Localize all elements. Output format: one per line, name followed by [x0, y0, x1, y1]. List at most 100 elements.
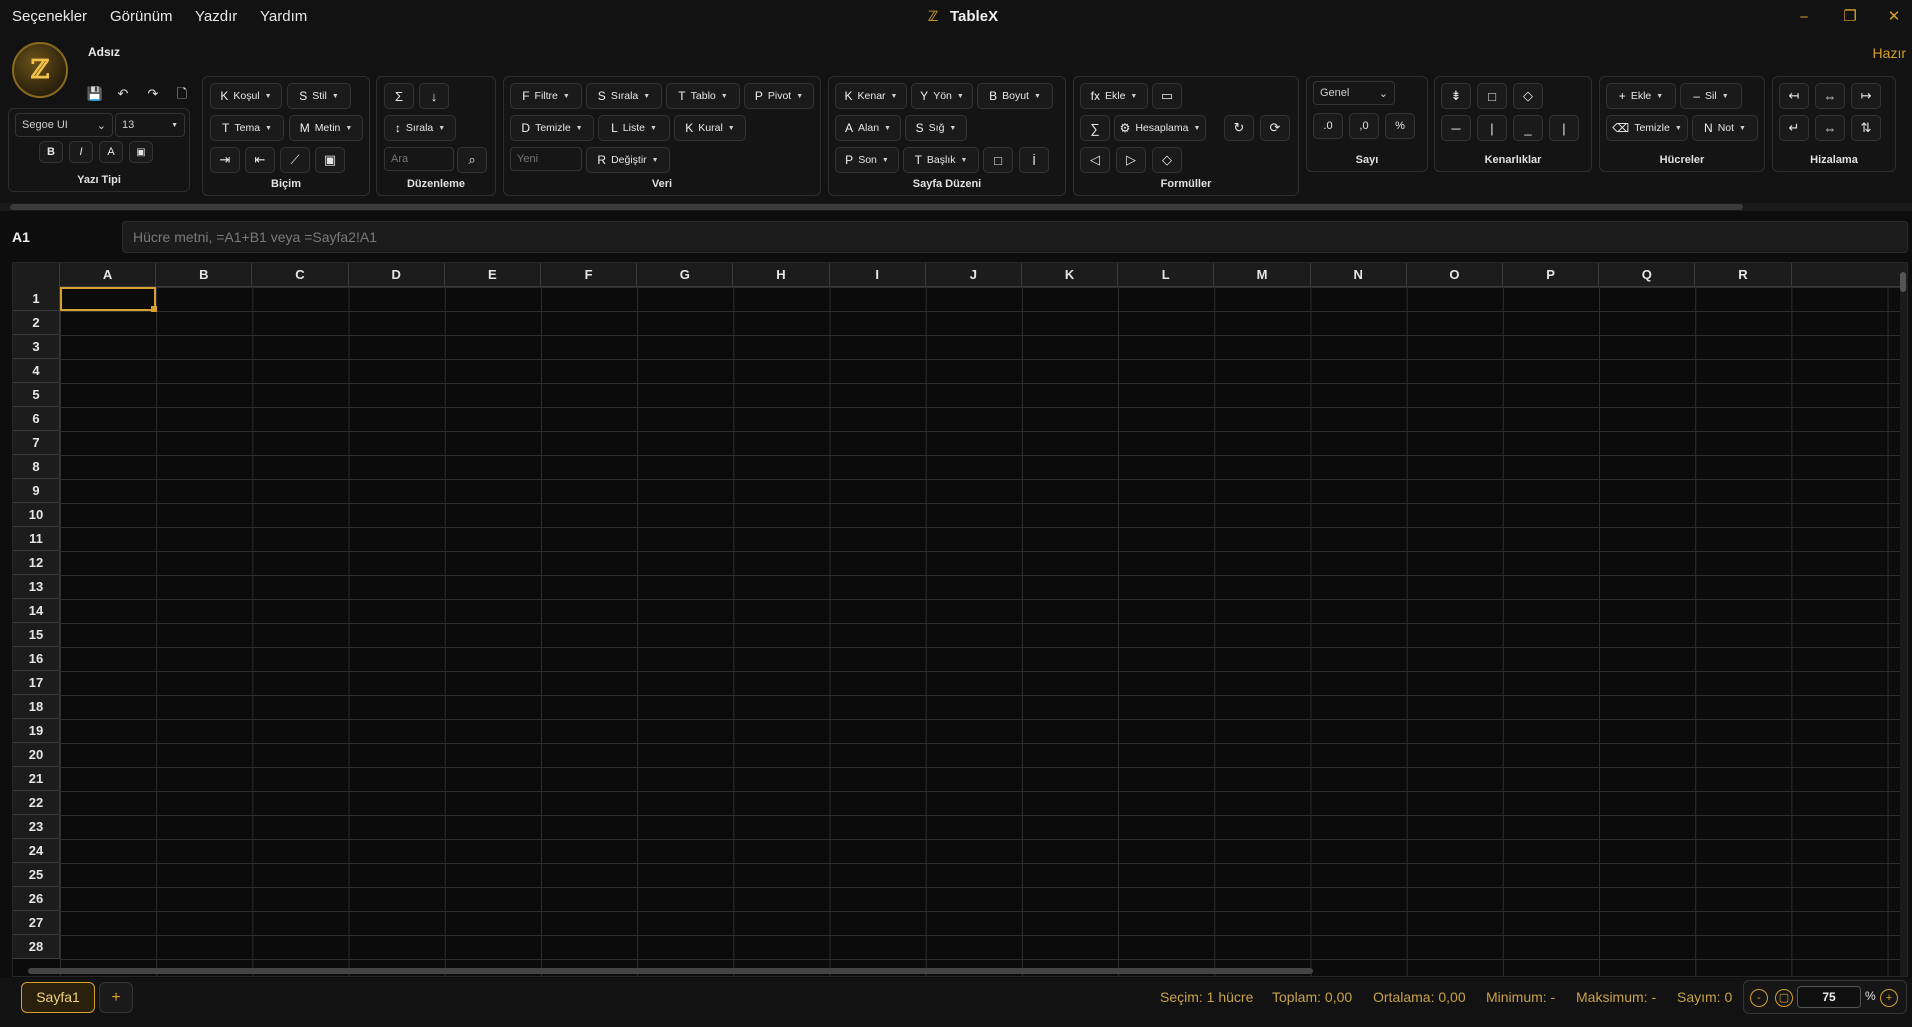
recalculate-icon[interactable]: ↻ — [1224, 115, 1254, 141]
row-header[interactable]: 17 — [13, 671, 59, 695]
row-header[interactable]: 9 — [13, 479, 59, 503]
column-header[interactable]: R — [1695, 263, 1792, 287]
decrease-decimal-button[interactable]: .0 — [1313, 113, 1343, 139]
row-header[interactable]: 22 — [13, 791, 59, 815]
row-header[interactable]: 23 — [13, 815, 59, 839]
column-header[interactable]: P — [1503, 263, 1600, 287]
data-sort-button[interactable]: S Sırala ▼ — [586, 83, 662, 109]
column-header[interactable]: G — [637, 263, 734, 287]
align-right-icon[interactable]: ↦ — [1851, 83, 1881, 109]
column-header[interactable]: K — [1022, 263, 1119, 287]
row-header[interactable]: 8 — [13, 455, 59, 479]
sum-icon[interactable]: Σ — [384, 83, 414, 109]
refresh-icon[interactable]: ⟳ — [1260, 115, 1290, 141]
increase-decimal-button[interactable]: ,0 — [1349, 113, 1379, 139]
menu-options[interactable]: Seçenekler — [12, 8, 87, 25]
insert-cells-button[interactable]: + Ekle ▼ — [1606, 83, 1676, 109]
row-header[interactable]: 3 — [13, 335, 59, 359]
trace-dependents-icon[interactable]: ▷ — [1116, 147, 1146, 173]
column-header[interactable]: A — [60, 263, 157, 287]
row-header[interactable]: 6 — [13, 407, 59, 431]
outdent-icon[interactable]: ⇤ — [245, 147, 275, 173]
row-header[interactable]: 19 — [13, 719, 59, 743]
frame-icon[interactable]: ▣ — [315, 147, 345, 173]
row-header[interactable]: 14 — [13, 599, 59, 623]
rule-button[interactable]: K Kural ▼ — [674, 115, 746, 141]
merge-center-icon[interactable]: ⇔ — [1815, 115, 1845, 141]
delete-cells-button[interactable]: – Sil ▼ — [1680, 83, 1742, 109]
clean-button[interactable]: D Temizle ▼ — [510, 115, 594, 141]
column-header[interactable]: E — [445, 263, 541, 287]
search-icon[interactable]: ⌕ — [457, 147, 487, 173]
text-button[interactable]: M Metin ▼ — [289, 115, 363, 141]
row-header[interactable]: 2 — [13, 311, 59, 335]
sheet-tab[interactable]: Sayfa1 — [21, 982, 95, 1013]
column-header[interactable]: D — [349, 263, 445, 287]
insert-function-button[interactable]: fx Ekle ▼ — [1080, 83, 1148, 109]
column-header[interactable]: L — [1118, 263, 1215, 287]
font-name-select[interactable]: Segoe UI ⌄ — [15, 113, 113, 137]
menu-print[interactable]: Yazdır — [195, 8, 237, 25]
column-header[interactable]: M — [1214, 263, 1311, 287]
border-all-icon[interactable]: □ — [1477, 83, 1507, 109]
row-header[interactable]: 11 — [13, 527, 59, 551]
add-sheet-button[interactable]: + — [99, 982, 133, 1013]
header-button[interactable]: T Başlık ▼ — [903, 147, 979, 173]
column-header[interactable]: F — [541, 263, 638, 287]
border-top-icon[interactable]: ─ — [1441, 115, 1471, 141]
column-header[interactable]: H — [733, 263, 830, 287]
style-button[interactable]: S Stil ▼ — [287, 83, 351, 109]
replace-button[interactable]: R Değiştir ▼ — [586, 147, 670, 173]
italic-button[interactable]: I — [69, 141, 93, 163]
formula-input[interactable] — [122, 221, 1908, 253]
selected-cell[interactable] — [60, 287, 156, 311]
autosum-icon[interactable]: ∑ — [1080, 115, 1110, 141]
size-button[interactable]: B Boyut ▼ — [977, 83, 1053, 109]
align-left-icon[interactable]: ↤ — [1779, 83, 1809, 109]
border-bottom-icon[interactable]: _ — [1513, 115, 1543, 141]
row-header[interactable]: 27 — [13, 911, 59, 935]
filter-button[interactable]: F Filtre ▼ — [510, 83, 582, 109]
column-header[interactable]: C — [252, 263, 349, 287]
note-button[interactable]: N Not ▼ — [1692, 115, 1758, 141]
row-header[interactable]: 18 — [13, 695, 59, 719]
orientation-button[interactable]: Y Yön ▼ — [911, 83, 973, 109]
vertical-align-icon[interactable]: ⇅ — [1851, 115, 1881, 141]
area-button[interactable]: A Alan ▼ — [835, 115, 901, 141]
column-header[interactable]: Q — [1599, 263, 1696, 287]
vertical-scrollbar[interactable] — [1900, 272, 1906, 292]
row-header[interactable]: 16 — [13, 647, 59, 671]
row-header[interactable]: 13 — [13, 575, 59, 599]
menu-help[interactable]: Yardım — [260, 8, 307, 25]
wrap-text-icon[interactable]: ↵ — [1779, 115, 1809, 141]
end-button[interactable]: P Son ▼ — [835, 147, 899, 173]
column-header[interactable]: J — [926, 263, 1022, 287]
row-header[interactable]: 10 — [13, 503, 59, 527]
horizontal-scrollbar[interactable] — [28, 968, 1313, 974]
sort-button[interactable]: ↕ Sırala ▼ — [384, 115, 456, 141]
maximize-icon[interactable]: ❐ — [1836, 4, 1864, 30]
app-logo[interactable]: ℤ — [12, 42, 68, 98]
trace-precedents-icon[interactable]: ◁ — [1080, 147, 1110, 173]
zoom-in-button[interactable]: + — [1880, 989, 1898, 1007]
percent-button[interactable]: % — [1385, 113, 1415, 139]
number-format-select[interactable]: Genel ⌄ — [1313, 81, 1395, 105]
bold-button[interactable]: B — [39, 141, 63, 163]
table-button[interactable]: T Tablo ▼ — [666, 83, 740, 109]
border-right-icon[interactable]: | — [1549, 115, 1579, 141]
row-header[interactable]: 15 — [13, 623, 59, 647]
row-header[interactable]: 25 — [13, 863, 59, 887]
row-header[interactable]: 21 — [13, 767, 59, 791]
column-header[interactable]: N — [1311, 263, 1407, 287]
row-header[interactable]: 7 — [13, 431, 59, 455]
row-header[interactable]: 24 — [13, 839, 59, 863]
menu-view[interactable]: Görünüm — [110, 8, 173, 25]
row-header[interactable]: 20 — [13, 743, 59, 767]
redo-icon[interactable]: ↷ — [143, 84, 163, 104]
zoom-input[interactable] — [1797, 986, 1861, 1008]
row-header[interactable]: 12 — [13, 551, 59, 575]
row-header[interactable]: 1 — [13, 287, 59, 311]
font-size-select[interactable]: 13 ▼ — [115, 113, 185, 137]
zoom-out-button[interactable]: - — [1750, 989, 1768, 1007]
cell-reference[interactable]: A1 — [12, 229, 30, 245]
